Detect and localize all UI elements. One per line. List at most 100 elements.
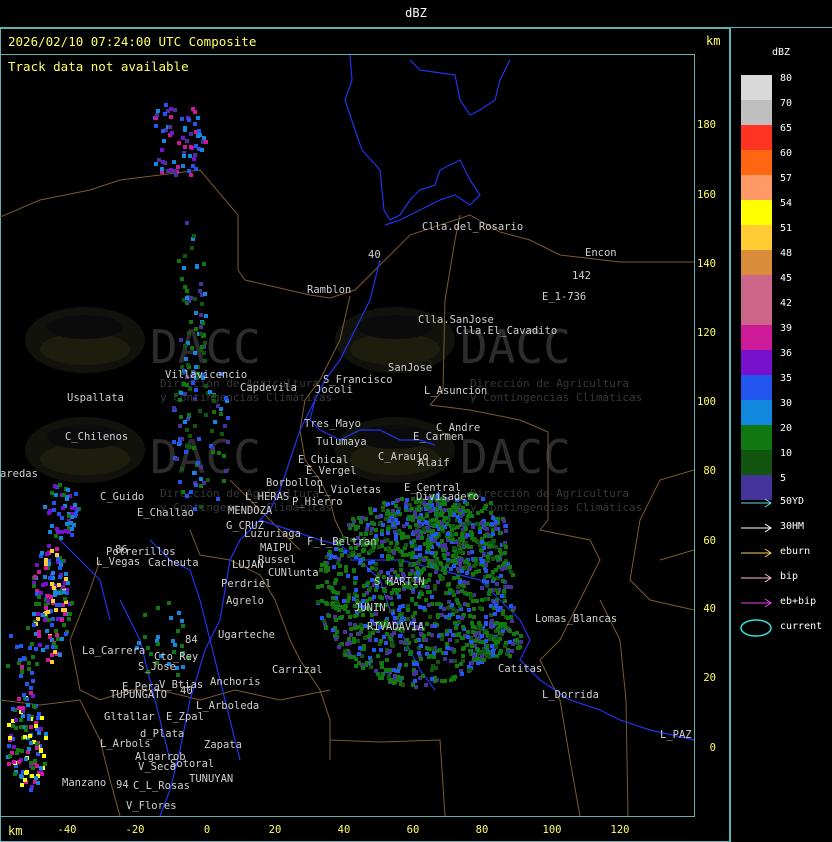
echo-pixel: [411, 497, 415, 501]
echo-pixel: [28, 646, 32, 650]
echo-pixel: [377, 545, 381, 549]
echo-pixel: [180, 117, 184, 121]
echo-pixel: [410, 598, 414, 602]
echo-pixel: [356, 625, 360, 629]
echo-pixel: [34, 776, 38, 780]
echo-pixel: [211, 450, 215, 454]
legend-swatch-35: [741, 375, 772, 400]
echo-pixel: [11, 724, 15, 728]
echo-pixel: [182, 154, 186, 158]
echo-pixel: [491, 539, 495, 543]
echo-pixel: [443, 679, 447, 683]
echo-pixel: [418, 523, 422, 527]
echo-pixel: [458, 544, 462, 548]
echo-pixel: [371, 560, 375, 564]
echo-pixel: [396, 669, 400, 673]
echo-pixel: [29, 788, 33, 792]
place-label: E_Challao: [137, 507, 194, 519]
echo-pixel: [380, 596, 384, 600]
legend-swatch-54: [741, 200, 772, 225]
place-label: E_Vergel: [306, 465, 357, 477]
legend-swatch-65: [741, 125, 772, 150]
echo-pixel: [385, 651, 389, 655]
echo-pixel: [366, 581, 370, 585]
echo-pixel: [428, 544, 432, 548]
echo-pixel: [380, 661, 384, 665]
echo-pixel: [30, 671, 34, 675]
echo-pixel: [178, 480, 182, 484]
echo-pixel: [374, 588, 378, 592]
track-label: eb+bip: [780, 596, 817, 607]
echo-pixel: [412, 562, 416, 566]
echo-pixel: [202, 262, 206, 266]
place-label: L_Violetas: [318, 484, 381, 496]
echo-pixel: [379, 648, 383, 652]
place-label: L_Vegas: [96, 556, 140, 568]
echo-pixel: [64, 577, 68, 581]
echo-pixel: [426, 505, 430, 509]
echo-pixel: [464, 565, 468, 569]
echo-pixel: [43, 618, 47, 622]
echo-pixel: [352, 568, 356, 572]
echo-pixel: [372, 522, 376, 526]
echo-pixel: [154, 124, 158, 128]
echo-pixel: [44, 558, 48, 562]
echo-pixel: [496, 608, 500, 612]
echo-pixel: [458, 580, 462, 584]
echo-pixel: [477, 621, 481, 625]
echo-pixel: [467, 545, 471, 549]
echo-pixel: [11, 707, 15, 711]
track-label: eburn: [780, 546, 811, 557]
echo-pixel: [510, 619, 514, 623]
echo-pixel: [435, 508, 439, 512]
echo-pixel: [32, 612, 36, 616]
echo-pixel: [328, 550, 332, 554]
echo-pixel: [70, 527, 74, 531]
echo-pixel: [443, 508, 447, 512]
echo-pixel: [418, 545, 422, 549]
echo-pixel: [427, 647, 431, 651]
echo-pixel: [433, 584, 437, 588]
echo-pixel: [429, 537, 433, 541]
echo-pixel: [48, 576, 52, 580]
echo-pixel: [454, 626, 458, 630]
echo-pixel: [44, 562, 48, 566]
x-tick-label: 40: [338, 824, 351, 836]
echo-pixel: [434, 532, 438, 536]
echo-pixel: [430, 595, 434, 599]
place-label: Alaif: [418, 457, 450, 469]
echo-pixel: [34, 602, 38, 606]
echo-pixel: [469, 596, 473, 600]
echo-pixel: [186, 363, 190, 367]
echo-pixel: [442, 607, 446, 611]
echo-pixel: [485, 631, 489, 635]
place-label: L_PAZ: [660, 729, 692, 741]
echo-pixel: [192, 446, 196, 450]
echo-pixel: [22, 657, 26, 661]
echo-pixel: [503, 599, 507, 603]
echo-pixel: [53, 650, 57, 654]
echo-pixel: [143, 613, 147, 617]
echo-pixel: [22, 693, 26, 697]
legend-label-30: 30: [780, 398, 793, 409]
echo-pixel: [482, 658, 486, 662]
place-label: Manzano: [62, 777, 106, 789]
echo-pixel: [26, 703, 30, 707]
echo-pixel: [484, 597, 488, 601]
echo-pixel: [449, 567, 453, 571]
echo-pixel: [387, 674, 391, 678]
legend-label-20: 20: [780, 423, 793, 434]
echo-pixel: [396, 510, 400, 514]
radar-map[interactable]: DACCDirección de Agriculturay Contingenc…: [0, 0, 832, 842]
echo-pixel: [44, 732, 48, 736]
echo-pixel: [476, 511, 480, 515]
x-tick-label: -20: [126, 824, 145, 836]
echo-pixel: [455, 664, 459, 668]
echo-pixel: [32, 584, 36, 588]
echo-pixel: [382, 588, 386, 592]
echo-pixel: [440, 527, 444, 531]
echo-pixel: [489, 501, 493, 505]
echo-pixel: [451, 607, 455, 611]
echo-pixel: [52, 508, 56, 512]
echo-pixel: [57, 512, 61, 516]
